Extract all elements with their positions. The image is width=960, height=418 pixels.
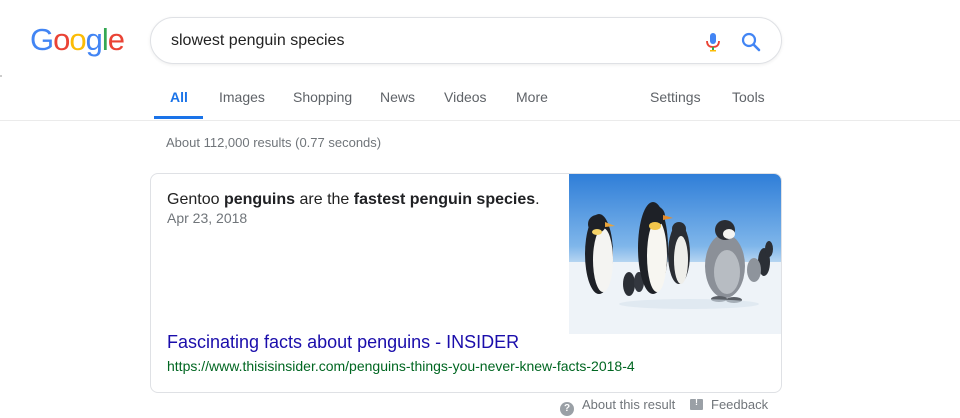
logo-letter: o (69, 22, 86, 57)
snippet-text: Gentoo penguins are the fastest penguin … (167, 190, 557, 210)
tab-news[interactable]: News (380, 89, 415, 105)
microphone-icon[interactable] (701, 30, 725, 54)
active-tab-indicator (154, 116, 203, 119)
tab-more[interactable]: More (516, 89, 548, 105)
logo-letter: G (30, 22, 54, 57)
feedback-icon (690, 397, 703, 410)
snippet-part: . (535, 191, 540, 208)
search-input[interactable] (171, 18, 671, 63)
about-this-result-link[interactable]: ? About this result (560, 397, 675, 416)
result-stats: About 112,000 results (0.77 seconds) (166, 135, 382, 150)
logo-letter: o (53, 22, 70, 57)
tab-settings[interactable]: Settings (650, 89, 701, 105)
question-icon: ? (560, 402, 574, 416)
tab-all[interactable]: All (170, 89, 188, 105)
featured-snippet: Gentoo penguins are the fastest penguin … (150, 173, 782, 393)
snippet-part: are the (295, 191, 354, 208)
tab-videos[interactable]: Videos (444, 89, 487, 105)
feedback-link[interactable]: Feedback (690, 397, 768, 412)
tab-shopping[interactable]: Shopping (293, 89, 352, 105)
result-title-link[interactable]: Fascinating facts about penguins - INSID… (167, 332, 519, 353)
snippet-part: Gentoo (167, 191, 224, 208)
snippet-date: Apr 23, 2018 (167, 210, 248, 226)
logo-letter: g (85, 22, 103, 57)
logo-letter: e (107, 22, 125, 57)
search-icon[interactable] (739, 30, 763, 54)
tab-images[interactable]: Images (219, 89, 265, 105)
tab-tools[interactable]: Tools (732, 89, 765, 105)
snippet-part-bold: fastest penguin species (353, 191, 536, 208)
header-divider (0, 120, 960, 121)
feedback-label: Feedback (711, 397, 769, 412)
penguin-photo[interactable] (569, 174, 782, 334)
search-box[interactable] (150, 17, 782, 64)
snippet-part-bold: penguins (223, 191, 296, 208)
result-url[interactable]: https://www.thisisinsider.com/penguins-t… (167, 358, 635, 374)
about-label: About this result (582, 397, 676, 412)
edge-mark (0, 75, 2, 77)
google-logo[interactable]: Google (30, 22, 125, 58)
